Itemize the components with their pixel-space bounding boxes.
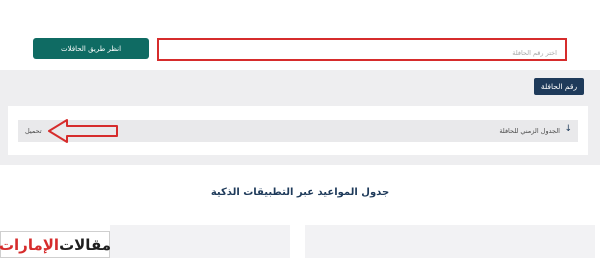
bus-number-tab[interactable]: رقم الحافلة — [534, 78, 584, 95]
app-card-right — [305, 225, 595, 258]
schedule-label: الجدول الزمني للحافلة — [499, 127, 560, 135]
watermark-logo: مقالات الإمارات — [0, 231, 112, 258]
section-divider — [0, 165, 600, 180]
app-card-left — [110, 225, 290, 258]
down-arrow-icon[interactable]: ↓ — [564, 124, 572, 134]
red-pointer-arrow-icon — [48, 119, 118, 143]
bus-number-search-field[interactable] — [157, 38, 567, 63]
watermark-part1: مقالات — [59, 235, 112, 254]
view-bus-route-button[interactable]: انظر طريق الحافلات — [33, 38, 149, 59]
download-link[interactable]: تحميل — [25, 127, 42, 135]
bus-number-search-input[interactable] — [159, 43, 565, 63]
watermark-part2: الإمارات — [0, 235, 60, 254]
smart-apps-section-title: جدول المواعيد عبر التطبيقات الذكية — [210, 187, 390, 198]
